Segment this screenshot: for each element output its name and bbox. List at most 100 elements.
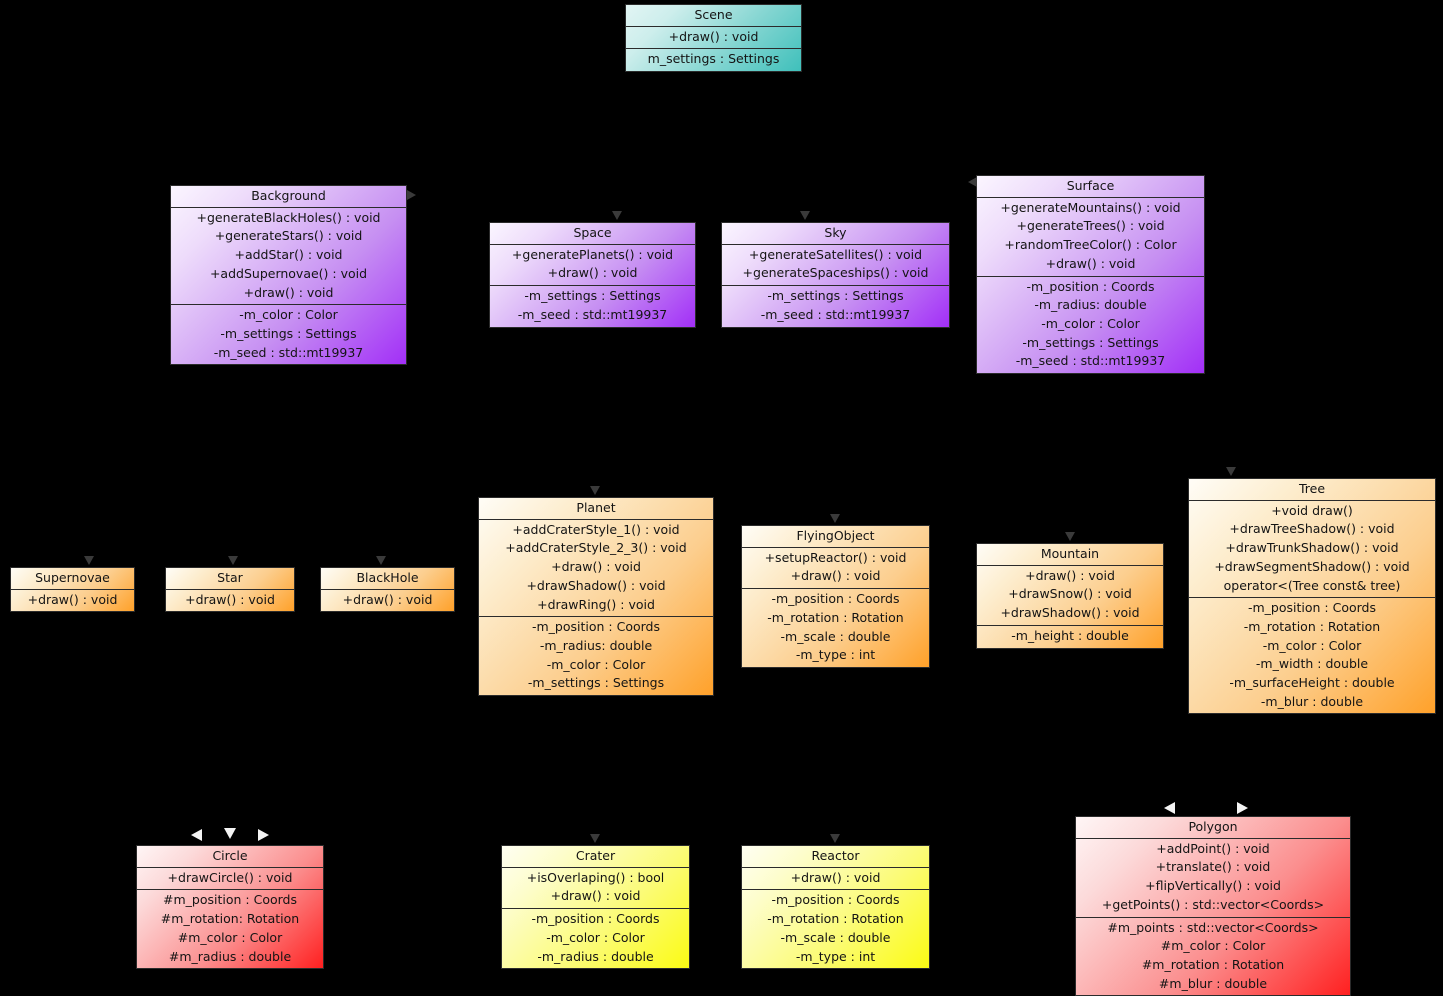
attribute-row: -m_height : double [1011,627,1129,643]
attribute-row: -m_settings : Settings [220,325,357,341]
uml-class-flyingobject[interactable]: FlyingObject +setupReactor() : void +draw(… [741,525,930,668]
attribute-row: -m_width : double [1255,656,1369,672]
class-methods-crater: +isOverlaping() : bool +draw() : void [502,868,689,908]
method-row: +drawCircle() : void [167,869,293,885]
method-row: +generateSatellites() : void [748,246,923,262]
arrow-circle-right-icon [258,829,269,841]
attribute-row: -m_type : int [795,647,876,663]
attribute-row: -m_rotation : Rotation [1243,618,1381,634]
attribute-row: -m_scale : double [780,628,891,644]
method-row: +draw() : void [550,888,641,904]
class-name-blackhole: BlackHole [321,568,454,590]
uml-class-polygon[interactable]: Polygon +addPoint() : void +translate() : … [1075,816,1351,996]
attribute-row: -m_position : Coords [532,619,660,635]
class-attributes-mountain: -m_height : double [977,624,1163,648]
arrow-circle-left-icon [191,829,202,841]
uml-class-tree[interactable]: Tree +void draw() +drawTreeShadow() : void… [1188,478,1436,715]
attribute-row: -m_color : Color [1041,315,1140,331]
class-methods-sky: +generateSatellites() : void +generateSpa… [722,245,949,285]
attribute-row: m_settings : Settings [647,51,780,67]
arrow-to-background-icon [407,190,416,200]
class-name-reactor: Reactor [742,846,929,868]
arrow-to-planet-icon [590,486,600,495]
uml-class-planet[interactable]: Planet +addCraterStyle_1() : void +addCrat… [478,497,714,697]
class-methods-star: +draw() : void [166,590,294,612]
attribute-row: -m_radius: double [539,637,653,653]
class-name-background: Background [171,186,406,208]
attribute-row: -m_rotation : Rotation [767,911,904,927]
method-row: +generateMountains() : void [1000,199,1181,215]
method-row: +drawShadow() : void [1000,605,1140,621]
class-methods-scene: +draw() : void [626,27,801,49]
method-row: +draw() : void [243,284,334,300]
method-row: +flipVertically() : void [1145,878,1281,894]
class-attributes-sky: -m_settings : Settings -m_seed : std::mt1… [722,285,949,326]
attribute-row: #m_color : Color [177,929,283,945]
uml-class-blackhole[interactable]: BlackHole +draw() : void [320,567,455,613]
arrow-to-reactor-icon [830,834,840,843]
class-name-sky: Sky [722,223,949,245]
class-name-scene: Scene [626,5,801,27]
uml-class-supernovae[interactable]: Supernovae +draw() : void [10,567,135,613]
attribute-row: -m_settings : Settings [1022,334,1159,350]
method-row: +drawRing() : void [537,596,655,612]
uml-class-scene[interactable]: Scene +draw() : void m_settings : Settings [625,4,802,73]
attribute-row: #m_rotation: Rotation [160,911,300,927]
uml-class-sky[interactable]: Sky +generateSatellites() : void +generate… [721,222,950,328]
arrow-to-star-icon [228,556,238,565]
method-row: +drawShadow() : void [526,577,666,593]
uml-class-surface[interactable]: Surface +generateMountains() : void +gener… [976,175,1205,375]
class-attributes-polygon: #m_points : std::vector<Coords> #m_color … [1076,916,1350,996]
attribute-row: -m_position : Coords [1248,600,1376,616]
attribute-row: -m_color : Color [1262,637,1362,653]
attribute-row: #m_color : Color [1160,938,1266,954]
class-name-crater: Crater [502,846,689,868]
method-row: +addCraterStyle_2_3() : void [505,540,687,556]
arrow-to-blackhole-icon [376,556,386,565]
class-attributes-planet: -m_position : Coords -m_radius: double -m_… [479,616,713,695]
class-methods-planet: +addCraterStyle_1() : void +addCraterStyl… [479,520,713,617]
class-methods-surface: +generateMountains() : void +generateTree… [977,198,1204,276]
uml-class-space[interactable]: Space +generatePlanets() : void +draw() : … [489,222,696,328]
method-row: +translate() : void [1155,859,1271,875]
class-attributes-space: -m_settings : Settings -m_seed : std::mt1… [490,285,695,326]
attribute-row: -m_scale : double [780,929,891,945]
class-attributes-tree: -m_position : Coords -m_rotation : Rotati… [1189,597,1435,713]
uml-class-diagram: Scene +draw() : void m_settings : Settings… [0,0,1443,996]
attribute-row: -m_radius: double [1034,297,1147,313]
class-attributes-surface: -m_position : Coords -m_radius: double -m_… [977,275,1204,374]
class-name-tree: Tree [1189,479,1435,501]
arrow-circle-down-icon [224,828,236,839]
method-row: +generateTrees() : void [1016,218,1165,234]
class-name-polygon: Polygon [1076,817,1350,839]
uml-class-star[interactable]: Star +draw() : void [165,567,295,613]
method-row: +draw() : void [668,28,759,44]
attribute-row: -m_surfaceHeight : double [1229,675,1395,691]
class-methods-space: +generatePlanets() : void +draw() : void [490,245,695,285]
method-row: +draw() : void [790,869,881,885]
method-row: +drawTreeShadow() : void [1229,521,1395,537]
uml-class-mountain[interactable]: Mountain +draw() : void +drawSnow() : void… [976,543,1164,649]
method-row: +drawSnow() : void [1008,586,1132,602]
attribute-row: -m_position : Coords [771,591,900,607]
attribute-row: -m_settings : Settings [524,288,661,304]
method-row: +draw() : void [547,265,638,281]
arrow-to-flyingobject-icon [830,514,840,523]
attribute-row: -m_blur : double [1260,693,1364,709]
attribute-row: -m_rotation : Rotation [767,609,904,625]
method-row: +addPoint() : void [1156,840,1270,856]
uml-class-reactor[interactable]: Reactor +draw() : void -m_position : Coord… [741,845,930,970]
uml-class-circle[interactable]: Circle +drawCircle() : void #m_position : … [136,845,324,970]
attribute-row: -m_radius : double [537,948,654,964]
uml-class-crater[interactable]: Crater +isOverlaping() : bool +draw() : vo… [501,845,690,970]
attribute-row: #m_blur : double [1158,975,1268,991]
uml-class-background[interactable]: Background +generateBlackHoles() : void +g… [170,185,407,366]
attribute-row: #m_rotation : Rotation [1141,956,1285,972]
method-row: +addCraterStyle_1() : void [512,521,680,537]
method-row: +generateSpaceships() : void [742,265,929,281]
attribute-row: -m_type : int [795,948,876,964]
class-methods-mountain: +draw() : void +drawSnow() : void +drawSha… [977,566,1163,625]
class-methods-circle: +drawCircle() : void [137,868,323,890]
method-row: +draw() : void [1045,255,1136,271]
arrow-to-supernovae-icon [84,556,94,565]
